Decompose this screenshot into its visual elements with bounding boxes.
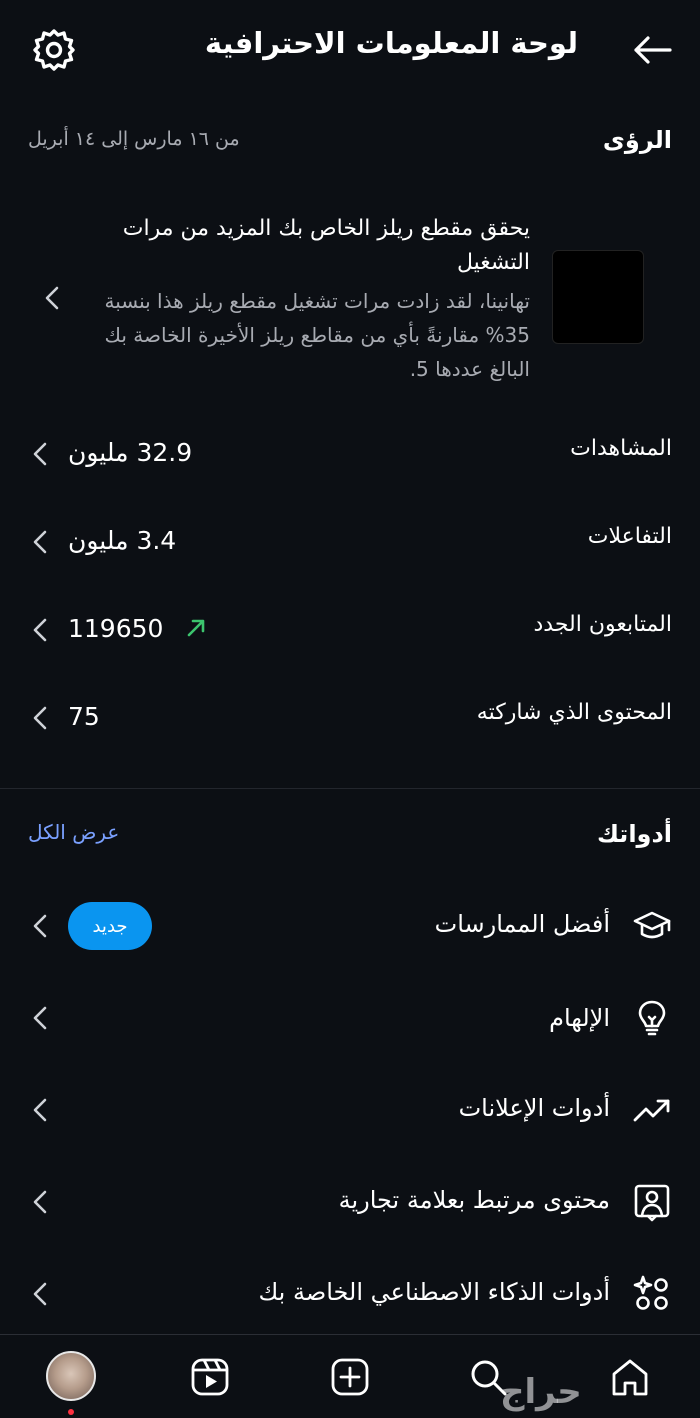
chevron-left-icon[interactable] [32,1282,54,1306]
branded-content-icon [632,1182,672,1222]
insight-card-description: تهانينا، لقد زادت مرات تشغيل مقطع ريلز ه… [104,289,530,381]
chevron-left-icon[interactable] [32,706,54,730]
tool-label: محتوى مرتبط بعلامة تجارية [338,1186,610,1214]
trending-up-icon [632,1090,672,1130]
metric-value: 32.9 مليون [68,438,193,467]
chevron-left-icon[interactable] [32,1190,54,1214]
metric-value: 75 [68,702,100,731]
new-badge: جديد [68,902,152,950]
ai-tools-icon [632,1274,672,1314]
insight-card-title: يحقق مقطع ريلز الخاص بك المزيد من مرات ا… [122,216,530,275]
see-all-link[interactable]: عرض الكل [28,820,119,844]
watermark-logo: حراج [500,1372,583,1412]
reel-thumbnail[interactable] [552,250,644,344]
section-divider [0,788,700,789]
page-title: لوحة المعلومات الاحترافية [204,26,578,60]
insights-title: الرؤى [602,126,672,154]
gear-icon[interactable] [30,26,78,74]
metric-value: 119650 [68,614,164,643]
chevron-left-icon[interactable] [32,914,54,938]
metric-value: 3.4 مليون [68,526,177,555]
tool-label: أدوات الإعلانات [458,1094,610,1122]
trend-up-arrow-icon [184,616,208,640]
tools-title: أدواتك [596,820,672,848]
metric-label: التفاعلات [587,524,672,549]
chevron-left-icon[interactable] [32,1098,54,1122]
reels-icon[interactable] [188,1355,232,1399]
tool-label: أدوات الذكاء الاصطناعي الخاصة بك [258,1278,610,1306]
notification-dot [68,1409,74,1415]
create-icon[interactable] [328,1355,372,1399]
chevron-left-icon[interactable] [32,530,54,554]
chevron-left-icon[interactable] [32,1006,54,1030]
back-arrow-icon[interactable] [630,30,674,70]
lightbulb-icon [632,998,672,1038]
metric-label: المحتوى الذي شاركته [476,700,672,725]
chevron-left-icon[interactable] [44,286,66,310]
tool-label: أفضل الممارسات [434,910,610,938]
tool-label: الإلهام [549,1004,610,1032]
chevron-left-icon[interactable] [32,618,54,642]
profile-avatar[interactable] [46,1351,96,1401]
graduation-cap-icon [632,906,672,946]
chevron-left-icon[interactable] [32,442,54,466]
metric-label: المتابعون الجدد [533,612,673,637]
bottom-nav [0,1334,700,1418]
date-range: من ١٦ مارس إلى ١٤ أبريل [28,128,240,150]
home-icon[interactable] [608,1355,652,1399]
metric-label: المشاهدات [570,436,672,461]
